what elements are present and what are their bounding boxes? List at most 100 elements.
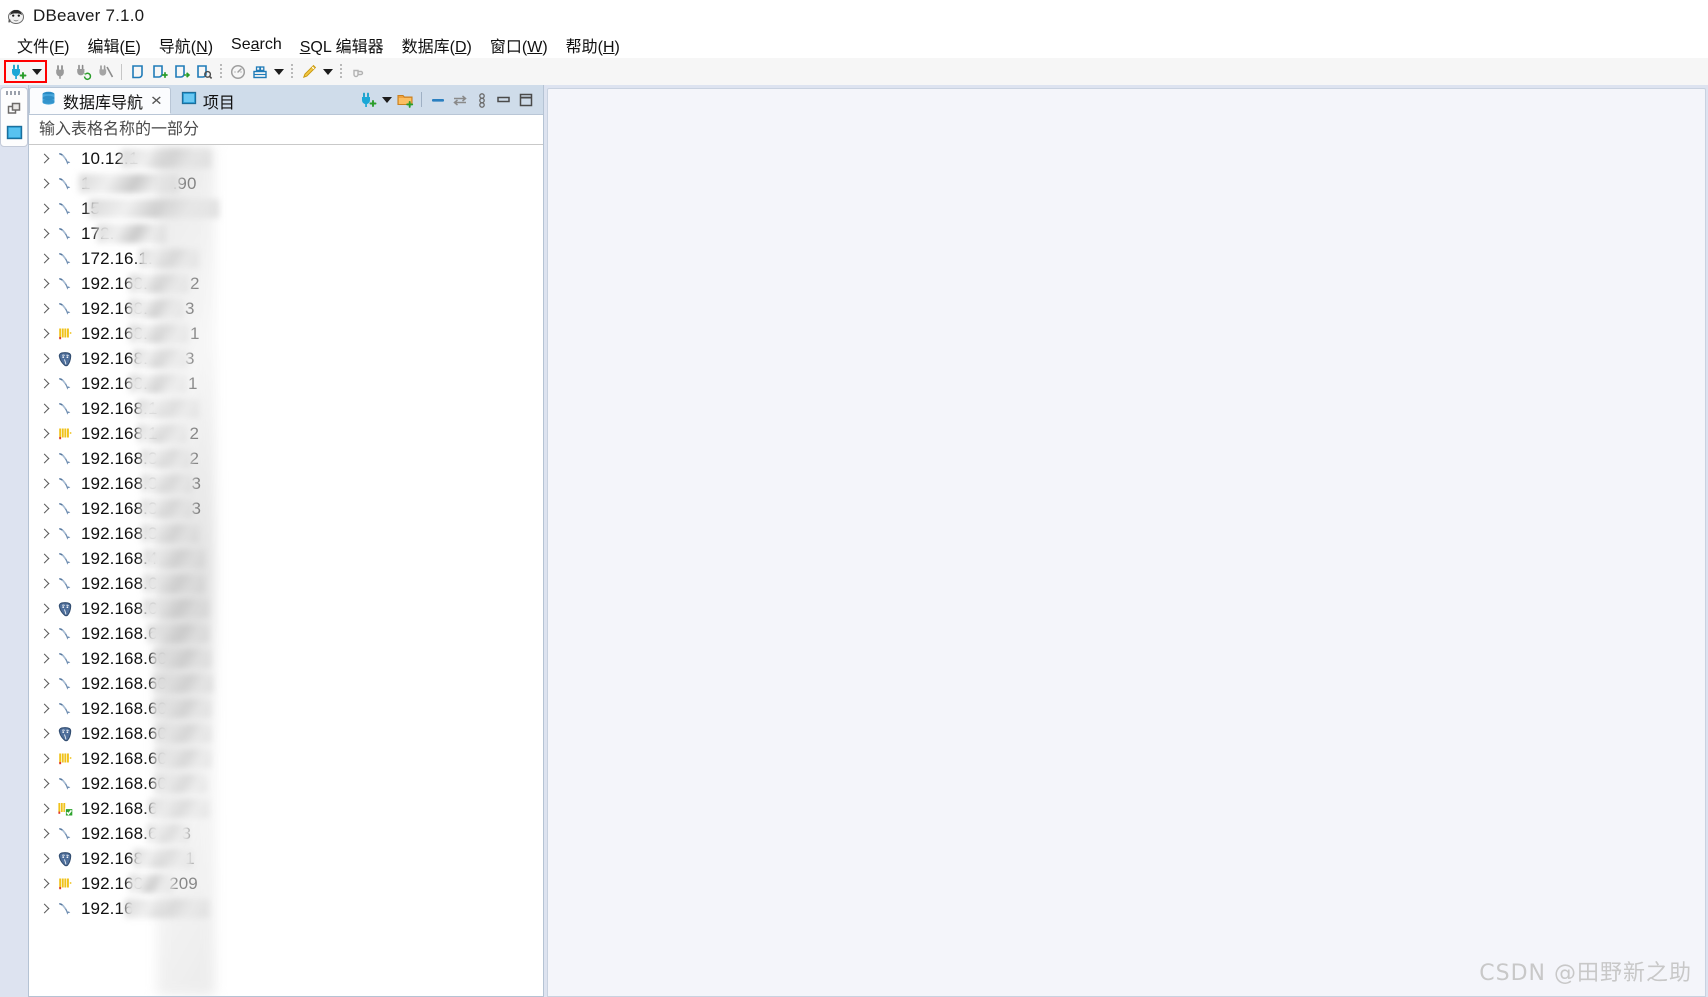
restore-perspective-icon[interactable] bbox=[5, 100, 23, 118]
chevron-right-icon[interactable] bbox=[37, 296, 53, 321]
tree-row[interactable]: 192.168.60 bbox=[29, 696, 543, 721]
tree-row[interactable]: 192.168.1 bbox=[29, 396, 543, 421]
collapse-all-icon[interactable] bbox=[427, 89, 449, 111]
tab-database-navigator[interactable]: 数据库导航 ✕ bbox=[29, 87, 171, 114]
chevron-right-icon[interactable] bbox=[37, 896, 53, 921]
chevron-right-icon[interactable] bbox=[37, 196, 53, 221]
fast-view-grip[interactable] bbox=[6, 91, 22, 95]
menu-search[interactable]: Search bbox=[222, 35, 291, 55]
chevron-right-icon[interactable] bbox=[37, 521, 53, 546]
chevron-right-icon[interactable] bbox=[37, 221, 53, 246]
tree-row[interactable]: 1.90 bbox=[29, 171, 543, 196]
chevron-right-icon[interactable] bbox=[37, 821, 53, 846]
maximize-view-icon[interactable] bbox=[515, 89, 537, 111]
chevron-right-icon[interactable] bbox=[37, 171, 53, 196]
tree-row[interactable]: 192.168.60 bbox=[29, 646, 543, 671]
tree-row[interactable]: 192.168.3 3 bbox=[29, 496, 543, 521]
database-navigator-fastview-icon[interactable] bbox=[5, 123, 23, 141]
tree-row[interactable]: 15 bbox=[29, 196, 543, 221]
pin-icon[interactable] bbox=[347, 61, 369, 83]
tree-row[interactable]: 192.168.60 bbox=[29, 771, 543, 796]
tree-row[interactable]: 192.168.3 bbox=[29, 296, 543, 321]
chevron-right-icon[interactable] bbox=[37, 771, 53, 796]
tree-row[interactable]: 192.168.60 bbox=[29, 671, 543, 696]
menu-edit[interactable]: 编辑(E) bbox=[78, 32, 149, 58]
tree-row[interactable]: 10.12.1 bbox=[29, 146, 543, 171]
link-with-editor-icon[interactable] bbox=[449, 89, 471, 111]
chevron-right-icon[interactable] bbox=[37, 646, 53, 671]
tab-projects[interactable]: 项目 bbox=[171, 87, 243, 114]
edit-icon[interactable] bbox=[298, 61, 320, 83]
new-folder-icon[interactable] bbox=[394, 89, 416, 111]
tree-row[interactable]: 192.168.60 bbox=[29, 721, 543, 746]
chevron-right-icon[interactable] bbox=[37, 246, 53, 271]
tree-filter-input[interactable] bbox=[37, 119, 543, 140]
new-connection-dropdown-arrow[interactable] bbox=[379, 89, 394, 111]
connection-tree[interactable]: 10.12.1 1.90 15 172. 172.16.1. 192.168. 2 192.1… bbox=[29, 145, 543, 996]
chevron-right-icon[interactable] bbox=[37, 346, 53, 371]
tree-row[interactable]: 192.168.3 3 bbox=[29, 471, 543, 496]
chevron-right-icon[interactable] bbox=[37, 271, 53, 296]
invalidate-reconnect-icon[interactable] bbox=[72, 61, 94, 83]
chevron-right-icon[interactable] bbox=[37, 546, 53, 571]
minimize-view-icon[interactable] bbox=[493, 89, 515, 111]
chevron-right-icon[interactable] bbox=[37, 696, 53, 721]
tree-row[interactable]: 192.168 1 bbox=[29, 846, 543, 871]
chevron-right-icon[interactable] bbox=[37, 396, 53, 421]
chevron-right-icon[interactable] bbox=[37, 471, 53, 496]
close-icon[interactable]: ✕ bbox=[150, 93, 163, 109]
new-database-connection-icon[interactable] bbox=[7, 61, 29, 83]
chevron-right-icon[interactable] bbox=[37, 871, 53, 896]
chevron-right-icon[interactable] bbox=[37, 421, 53, 446]
menu-window[interactable]: 窗口(W) bbox=[481, 32, 557, 58]
tree-row[interactable]: 192.168.3 bbox=[29, 521, 543, 546]
tree-row[interactable]: 192.168.60 bbox=[29, 746, 543, 771]
tree-row[interactable]: 192.168.1 2 bbox=[29, 421, 543, 446]
tree-row[interactable]: 192.16 bbox=[29, 896, 543, 921]
sql-editor-icon[interactable] bbox=[127, 61, 149, 83]
tree-row[interactable]: 192.168.6 bbox=[29, 596, 543, 621]
disconnect-all-icon[interactable] bbox=[94, 61, 116, 83]
tree-row[interactable]: 192.168.6 bbox=[29, 621, 543, 646]
menu-sql-editor[interactable]: SQL 编辑器 bbox=[291, 32, 393, 58]
tree-row[interactable]: 192.168.1 bbox=[29, 371, 543, 396]
chevron-right-icon[interactable] bbox=[37, 321, 53, 346]
view-menu-icon[interactable] bbox=[471, 89, 493, 111]
commit-icon[interactable] bbox=[249, 61, 271, 83]
tree-row[interactable]: 192.168.6 3 bbox=[29, 821, 543, 846]
tree-row[interactable]: 192.168.1 bbox=[29, 321, 543, 346]
chevron-right-icon[interactable] bbox=[37, 846, 53, 871]
tree-row[interactable]: 192.168.3 bbox=[29, 346, 543, 371]
chevron-right-icon[interactable] bbox=[37, 596, 53, 621]
tree-row[interactable]: 192.168.4 bbox=[29, 546, 543, 571]
tree-row[interactable]: 192.168.6 bbox=[29, 796, 543, 821]
tree-row[interactable]: 192.168. 2 bbox=[29, 271, 543, 296]
chevron-right-icon[interactable] bbox=[37, 146, 53, 171]
new-connection-dropdown-arrow[interactable] bbox=[29, 61, 44, 83]
tree-row[interactable]: 192.168.3 2 bbox=[29, 446, 543, 471]
tree-row[interactable]: 172. bbox=[29, 221, 543, 246]
menu-navigate[interactable]: 导航(N) bbox=[150, 32, 222, 58]
chevron-right-icon[interactable] bbox=[37, 496, 53, 521]
menu-file[interactable]: 文件(F) bbox=[8, 32, 78, 58]
menu-database[interactable]: 数据库(D) bbox=[393, 32, 481, 58]
chevron-right-icon[interactable] bbox=[37, 746, 53, 771]
recent-sql-script-icon[interactable] bbox=[193, 61, 215, 83]
tree-row[interactable]: 172.16.1. bbox=[29, 246, 543, 271]
chevron-right-icon[interactable] bbox=[37, 621, 53, 646]
edit-dropdown-arrow[interactable] bbox=[320, 61, 335, 83]
new-sql-editor-icon[interactable] bbox=[149, 61, 171, 83]
tree-row[interactable]: 192.168 209 bbox=[29, 871, 543, 896]
menu-help[interactable]: 帮助(H) bbox=[557, 32, 629, 58]
open-sql-script-icon[interactable] bbox=[171, 61, 193, 83]
tree-row[interactable]: 192.168.6 bbox=[29, 571, 543, 596]
chevron-right-icon[interactable] bbox=[37, 371, 53, 396]
chevron-right-icon[interactable] bbox=[37, 796, 53, 821]
disconnect-icon[interactable] bbox=[50, 61, 72, 83]
chevron-right-icon[interactable] bbox=[37, 571, 53, 596]
new-connection-icon[interactable] bbox=[357, 89, 379, 111]
transaction-mode-icon[interactable] bbox=[227, 61, 249, 83]
editor-area[interactable] bbox=[547, 88, 1706, 997]
chevron-right-icon[interactable] bbox=[37, 671, 53, 696]
chevron-right-icon[interactable] bbox=[37, 446, 53, 471]
